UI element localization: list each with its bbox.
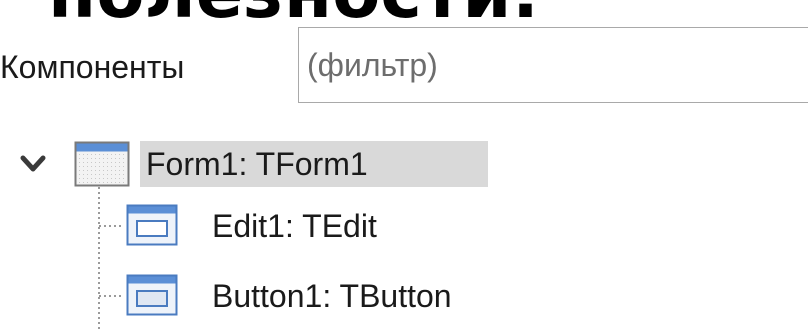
component-tree: Form1: TForm1 Edit1: TEdit Button1: TBut… xyxy=(0,0,808,332)
tree-node-button1[interactable]: Button1: TButton xyxy=(194,274,594,318)
tree-node-label: Edit1: TEdit xyxy=(212,208,377,244)
tree-node-label: Form1: TForm1 xyxy=(146,146,368,182)
tree-node-edit1[interactable]: Edit1: TEdit xyxy=(194,204,474,248)
tree-node-label: Button1: TButton xyxy=(212,278,452,314)
form-icon xyxy=(74,141,130,187)
tree-node-form1[interactable]: Form1: TForm1 xyxy=(140,141,488,187)
button-control-icon xyxy=(126,274,178,316)
component-tree-panel: полезности: Компоненты xyxy=(0,0,808,332)
edit-control-icon xyxy=(126,204,178,246)
chevron-down-icon[interactable] xyxy=(18,148,48,178)
